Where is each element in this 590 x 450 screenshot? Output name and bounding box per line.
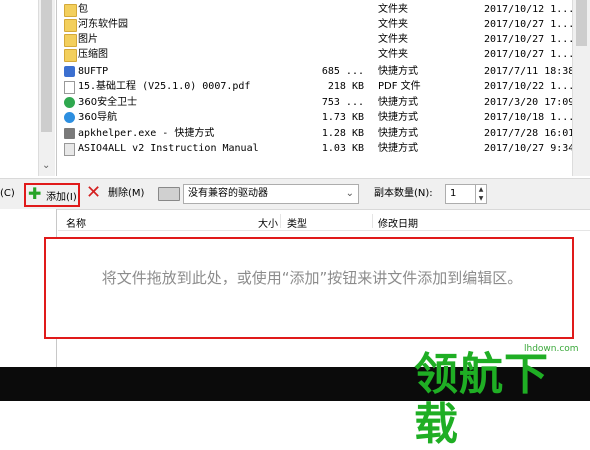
plus-icon: ✚ (28, 184, 42, 203)
burn-toolbar: (C) ✚ 添加(I) ✕ 删除(M) 没有兼容的驱动器 ⌄ 副本数量(N): … (0, 178, 590, 210)
file-row[interactable]: 图片 文件夹 2017/10/27 1... (60, 32, 574, 47)
chevron-down-icon[interactable]: ⌄ (42, 160, 50, 171)
folder-icon (64, 49, 77, 62)
drop-zone[interactable]: 将文件拖放到此处，或使用“添加”按钮来讲文件添加到编辑区。 (44, 237, 574, 339)
delete-button-label: 删除(M) (108, 188, 145, 199)
column-modified[interactable]: 修改日期 (378, 215, 418, 230)
folder-icon (64, 4, 77, 17)
file-row[interactable]: ASIO4ALL v2 Instruction Manual 1.03 KB 快… (60, 141, 574, 156)
doc-icon (64, 143, 75, 156)
drive-select[interactable]: 没有兼容的驱动器 ⌄ (183, 184, 359, 204)
file-row[interactable]: 河东软件园 文件夹 2017/10/27 1... (60, 17, 574, 32)
shield-icon (64, 97, 75, 108)
scrollbar-thumb[interactable] (41, 0, 52, 132)
file-row[interactable]: 8UFTP 685 ... 快捷方式 2017/7/11 18:38 (60, 64, 574, 79)
file-row[interactable]: 包 文件夹 2017/10/12 1... (60, 2, 574, 17)
app-icon (64, 66, 75, 77)
toolbar-clipped-label: (C) (0, 188, 15, 199)
delete-x-icon: ✕ (86, 182, 102, 203)
column-type[interactable]: 类型 (287, 215, 307, 230)
file-row[interactable]: 360安全卫士 753 ... 快捷方式 2017/3/20 17:09 (60, 95, 574, 110)
pdf-icon (64, 81, 75, 94)
copies-label: 副本数量(N): (374, 188, 433, 199)
column-divider (372, 214, 373, 228)
delete-button[interactable]: ✕ 删除(M) (86, 182, 148, 203)
compilation-list-header: 名称 大小 类型 修改日期 (58, 212, 590, 231)
folder-icon (64, 19, 77, 32)
chevron-down-icon: ⌄ (345, 188, 354, 199)
drive-select-value: 没有兼容的驱动器 (188, 188, 268, 199)
watermark-logo: 领航下载 (414, 349, 549, 450)
file-row[interactable]: 15.基础工程 (V25.1.0) 0007.pdf 218 KB PDF 文件… (60, 79, 574, 94)
copies-stepper[interactable]: 1 ▲ ▼ (445, 184, 487, 204)
exe-icon (64, 128, 75, 139)
file-list-scrollbar[interactable] (572, 0, 590, 176)
drive-icon (158, 187, 180, 201)
folder-icon (64, 34, 77, 47)
spin-arrows-icon[interactable]: ▲ ▼ (475, 185, 486, 203)
file-row[interactable]: apkhelper.exe - 快捷方式 1.28 KB 快捷方式 2017/7… (60, 126, 574, 141)
add-button[interactable]: ✚ 添加(I) (24, 183, 80, 207)
copies-value: 1 (450, 188, 457, 199)
globe-icon (64, 112, 75, 123)
scrollbar-thumb[interactable] (576, 0, 587, 46)
file-row[interactable]: 压缩图 文件夹 2017/10/27 1... (60, 47, 574, 62)
file-browser: ⌄ 包 文件夹 2017/10/12 1... 河东软件园 文件夹 2017/1… (0, 0, 590, 176)
column-divider (280, 214, 281, 228)
file-row[interactable]: 360导航 1.73 KB 快捷方式 2017/10/18 1... (60, 110, 574, 125)
drop-hint: 将文件拖放到此处，或使用“添加”按钮来讲文件添加到编辑区。 (101, 269, 523, 287)
column-name[interactable]: 名称 (66, 215, 86, 230)
add-button-label: 添加(I) (46, 192, 77, 203)
folder-tree-scrollbar[interactable]: ⌄ (38, 0, 55, 176)
column-size[interactable]: 大小 (258, 215, 278, 230)
